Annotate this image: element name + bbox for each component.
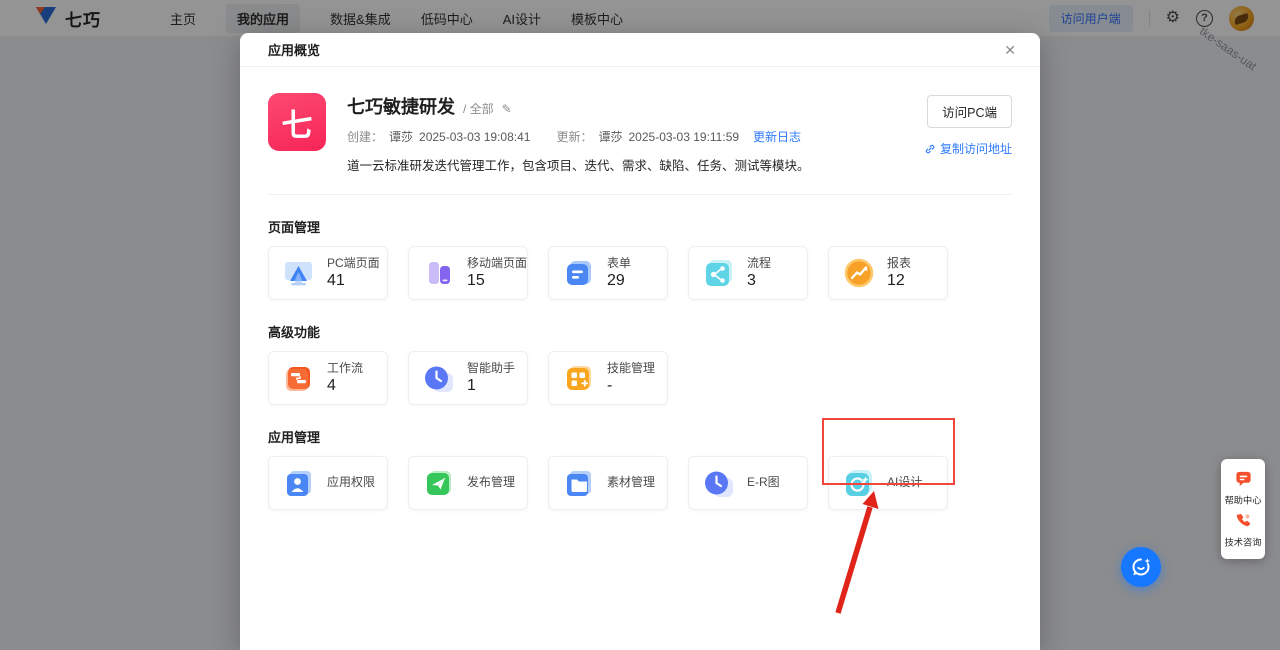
ai-chat-icon [1129, 555, 1153, 579]
card-er-diagram[interactable]: E-R图 [688, 456, 808, 510]
app-name: 七巧敏捷研发 [347, 93, 455, 119]
mobile-page-icon [421, 255, 457, 291]
created-by: 谭莎 [389, 128, 413, 145]
close-icon[interactable]: ✕ [1004, 43, 1016, 57]
created-at: 2025-03-03 19:08:41 [419, 130, 530, 144]
er-diagram-icon [701, 465, 737, 501]
card-app-permissions[interactable]: 应用权限 [268, 456, 388, 510]
help-center-label: 帮助中心 [1225, 493, 1262, 507]
tech-support-item[interactable]: 技术咨询 [1223, 512, 1263, 549]
copy-link[interactable]: 复制访问地址 [924, 140, 1012, 157]
app-logo: 七 [268, 93, 326, 151]
card-pc-pages[interactable]: PC端页面41 [268, 246, 388, 300]
report-icon [841, 255, 877, 291]
material-icon [561, 465, 597, 501]
section-title: 应用管理 [268, 427, 1012, 446]
app-actions: 访问PC端 复制访问地址 [892, 93, 1012, 174]
modal-title: 应用概览 [268, 40, 320, 59]
modal-header: 应用概览 ✕ [240, 33, 1040, 67]
page: 七巧 主页 我的应用 数据&集成 低码中心 AI设计 模板中心 访问用户端 ⚙ … [0, 0, 1280, 650]
app-main: 七巧敏捷研发 / 全部 ✎ 创建： 谭莎 2025-03-03 19:08:41 更… [347, 93, 871, 174]
updated-by: 谭莎 [598, 128, 622, 145]
card-ai-design[interactable]: AI设计 [828, 456, 948, 510]
section-page-management: 页面管理 PC端页面41 移动端页面15 [268, 217, 1012, 300]
card-forms[interactable]: 表单29 [548, 246, 668, 300]
app-scope: / 全部 [463, 100, 494, 117]
help-center-item[interactable]: 帮助中心 [1223, 469, 1263, 507]
updated-label: 更新： [556, 128, 592, 145]
changelog-link[interactable]: 更新日志 [753, 128, 801, 145]
help-panel: 帮助中心 技术咨询 [1221, 459, 1265, 559]
card-flows[interactable]: 流程3 [688, 246, 808, 300]
chat-bubble-icon [1234, 469, 1253, 488]
visit-pc-button[interactable]: 访问PC端 [927, 95, 1012, 128]
form-icon [561, 255, 597, 291]
section-title: 页面管理 [268, 217, 1012, 236]
app-info: 七 七巧敏捷研发 / 全部 ✎ 创建： 谭莎 2025-03-03 19:08:41… [268, 93, 1012, 195]
section-app-management: 应用管理 应用权限 发布管理 [268, 427, 1012, 510]
phone-icon [1234, 512, 1252, 530]
skill-icon [561, 360, 597, 396]
app-overview-modal: 应用概览 ✕ 七 七巧敏捷研发 / 全部 ✎ 创建： 谭莎 2025-03-03 1… [240, 33, 1040, 650]
card-workflow[interactable]: 工作流4 [268, 351, 388, 405]
workflow-icon [281, 360, 317, 396]
section-title: 高级功能 [268, 322, 1012, 341]
app-meta: 创建： 谭莎 2025-03-03 19:08:41 更新： 谭莎 2025-03-03… [347, 128, 871, 145]
link-icon [924, 143, 936, 155]
card-reports[interactable]: 报表12 [828, 246, 948, 300]
edit-icon[interactable]: ✎ [502, 102, 512, 116]
modal-body: 七 七巧敏捷研发 / 全部 ✎ 创建： 谭莎 2025-03-03 19:08:41… [240, 67, 1040, 510]
assistant-icon [421, 360, 457, 396]
tech-support-label: 技术咨询 [1225, 535, 1262, 549]
permission-icon [281, 465, 317, 501]
pc-page-icon [281, 255, 317, 291]
updated-at: 2025-03-03 19:11:59 [629, 130, 740, 144]
card-publish-management[interactable]: 发布管理 [408, 456, 528, 510]
publish-icon [421, 465, 457, 501]
card-mobile-pages[interactable]: 移动端页面15 [408, 246, 528, 300]
section-advanced-features: 高级功能 工作流4 智能助手1 [268, 322, 1012, 405]
created-label: 创建： [347, 128, 383, 145]
ai-design-icon [841, 465, 877, 501]
flow-icon [701, 255, 737, 291]
card-material-management[interactable]: 素材管理 [548, 456, 668, 510]
ai-chat-fab[interactable] [1121, 547, 1161, 587]
card-skill-management[interactable]: 技能管理- [548, 351, 668, 405]
app-description: 道一云标准研发迭代管理工作，包含项目、迭代、需求、缺陷、任务、测试等模块。 [347, 155, 871, 174]
card-ai-assistant[interactable]: 智能助手1 [408, 351, 528, 405]
